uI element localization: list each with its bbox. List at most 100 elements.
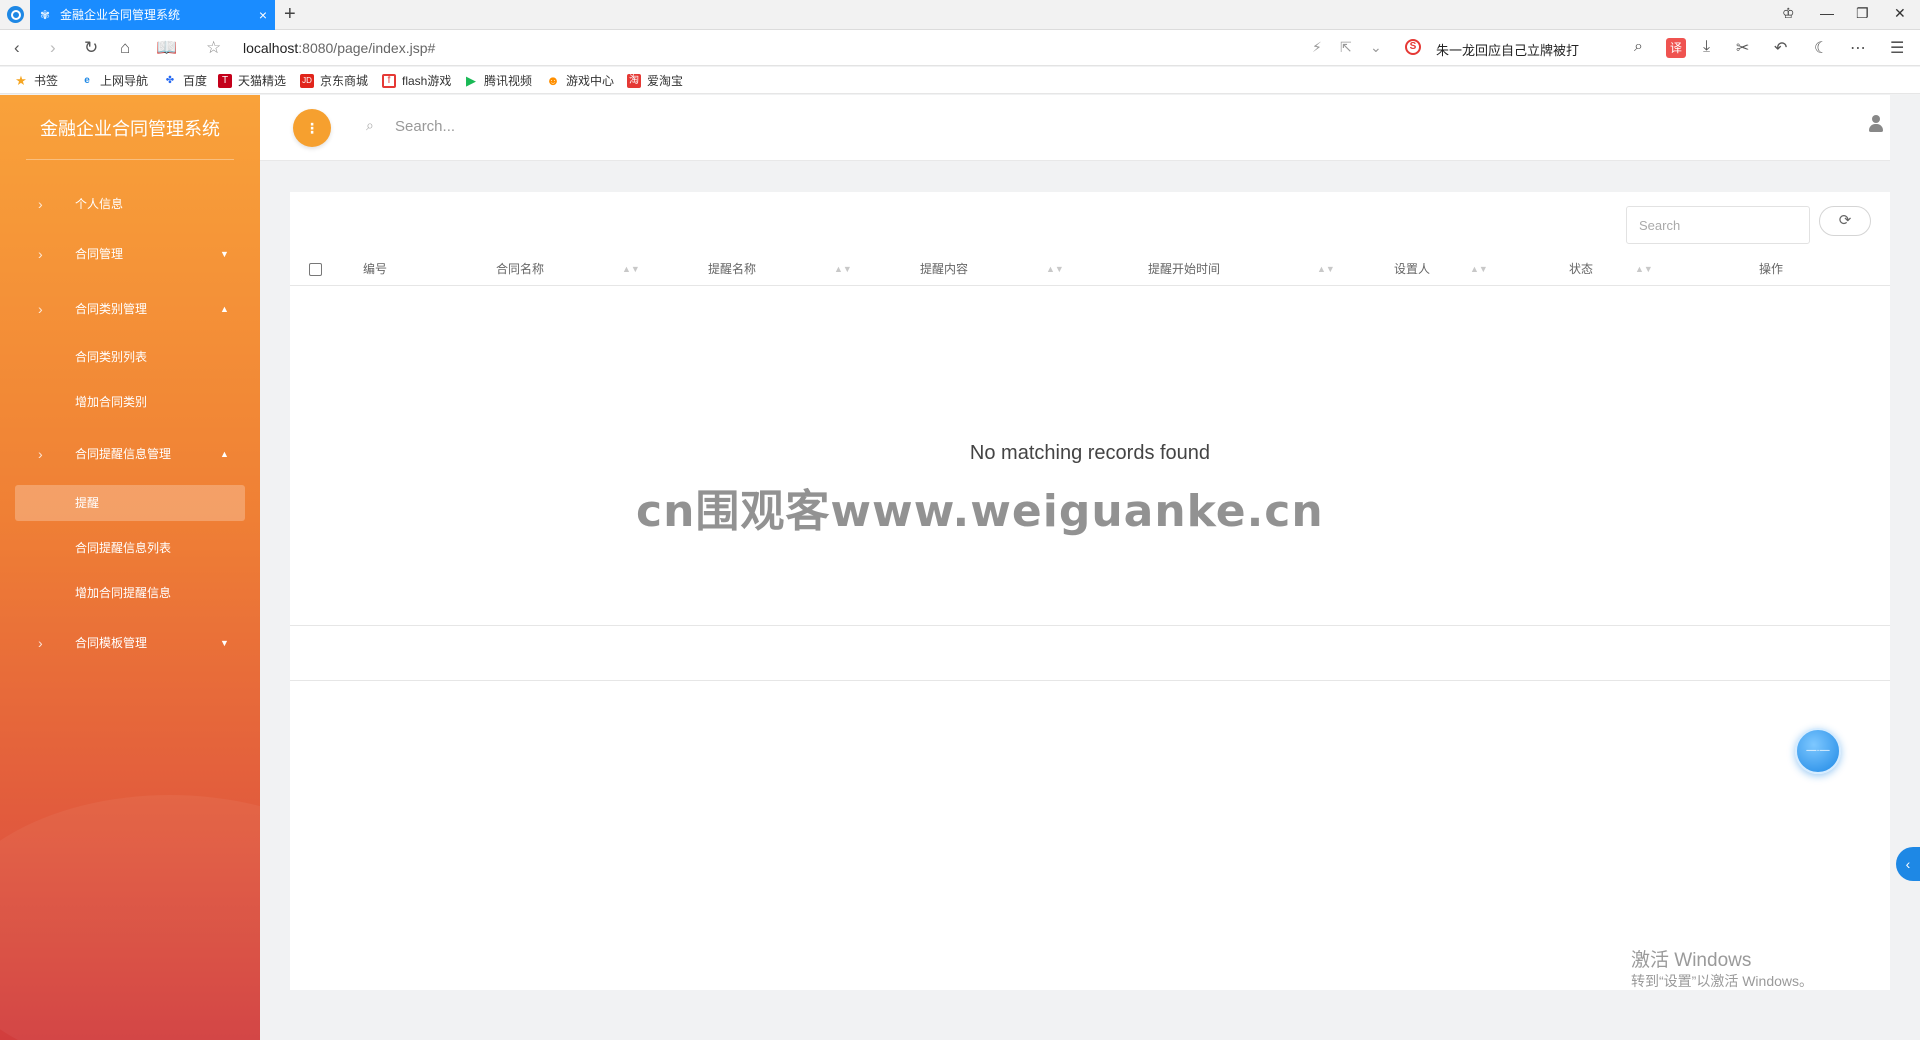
sidebar-item-add-reminder[interactable]: 增加合同提醒信息 bbox=[0, 575, 260, 611]
new-tab-button[interactable]: + bbox=[284, 3, 296, 25]
top-search-input[interactable] bbox=[395, 113, 695, 139]
assistant-icon: —·— bbox=[1806, 745, 1830, 756]
bookmark-label: 天猫精选 bbox=[238, 74, 287, 88]
sidebar-item-label: 提醒 bbox=[75, 496, 100, 510]
bookmark-label: 书签 bbox=[34, 74, 59, 88]
bookmark-item[interactable]: ▶ 腾讯视频 bbox=[464, 73, 532, 89]
sidebar-toggle-button[interactable]: ⋮ bbox=[293, 109, 331, 147]
download-icon[interactable]: ⤓ bbox=[1703, 38, 1710, 56]
user-icon[interactable] bbox=[1869, 115, 1883, 133]
sidebar-item-reminder-management[interactable]: › 合同提醒信息管理 ▲ bbox=[0, 436, 260, 472]
sort-icon[interactable]: ▲▼ bbox=[622, 252, 640, 286]
restore-window-icon[interactable]: ❐ bbox=[1856, 5, 1869, 22]
sidebar-item-reminder-list[interactable]: 合同提醒信息列表 bbox=[0, 530, 260, 566]
refresh-button[interactable]: ⟳ bbox=[1819, 206, 1871, 236]
select-all-checkbox[interactable] bbox=[309, 263, 322, 276]
column-header-setter[interactable]: 设置人 bbox=[1394, 252, 1430, 286]
chevron-down-icon[interactable]: ⌄ bbox=[1370, 39, 1382, 56]
tab-favicon-icon: ✾ bbox=[40, 8, 51, 22]
column-header-reminder-content[interactable]: 提醒内容 bbox=[920, 252, 968, 286]
chevron-left-icon: ‹ bbox=[1905, 856, 1911, 872]
url-field[interactable]: localhost:8080/page/index.jsp# bbox=[243, 40, 435, 56]
undo-icon[interactable]: ↶ bbox=[1774, 38, 1787, 58]
more-vertical-icon: ⋮ bbox=[305, 120, 319, 136]
bookmark-label: 上网导航 bbox=[100, 74, 149, 88]
sort-icon[interactable]: ▲▼ bbox=[1470, 252, 1488, 286]
bookmark-item[interactable]: T 天猫精选 bbox=[218, 73, 286, 89]
more-icon[interactable]: ⋯ bbox=[1850, 38, 1866, 58]
sidebar-item-template-management[interactable]: › 合同模板管理 ▼ bbox=[0, 625, 260, 661]
brand-title[interactable]: 金融企业合同管理系统 bbox=[0, 115, 260, 141]
search-engine-icon[interactable]: S bbox=[1405, 39, 1421, 55]
close-window-icon[interactable]: ✕ bbox=[1894, 5, 1906, 22]
bookmark-item[interactable]: JD 京东商城 bbox=[300, 73, 368, 89]
column-header-reminder-name[interactable]: 提醒名称 bbox=[708, 252, 756, 286]
browser-tab-active[interactable]: ✾ 金融企业合同管理系统 × bbox=[30, 0, 275, 30]
sort-icon[interactable]: ▲▼ bbox=[1635, 252, 1653, 286]
menu-icon[interactable]: ☰ bbox=[1890, 38, 1904, 58]
column-header-id[interactable]: 编号 bbox=[363, 252, 387, 286]
sort-icon[interactable]: ▲▼ bbox=[1046, 252, 1064, 286]
sidebar-item-contract-management[interactable]: › 合同管理 ▼ bbox=[0, 236, 260, 272]
table-header: 编号 合同名称 ▲▼ 提醒名称 ▲▼ 提醒内容 ▲▼ 提醒开始时间 ▲▼ 设置人… bbox=[290, 252, 1890, 286]
bookmark-item[interactable]: ★ 书签 bbox=[14, 73, 58, 89]
share-icon[interactable]: ⇱ bbox=[1340, 39, 1352, 56]
sidebar-item-label: 增加合同类别 bbox=[75, 395, 148, 409]
chevron-right-icon: › bbox=[38, 196, 43, 212]
address-bar: ‹ › ↻ ⌂ 📖 ☆ localhost:8080/page/index.js… bbox=[0, 30, 1920, 66]
sidebar-item-label: 合同提醒信息管理 bbox=[75, 447, 172, 461]
sidebar-item-contract-category-list[interactable]: 合同类别列表 bbox=[0, 339, 260, 375]
search-icon: ⌕ bbox=[366, 117, 374, 133]
caret-down-icon: ▼ bbox=[220, 249, 229, 259]
scissors-icon[interactable]: ✂ bbox=[1736, 38, 1749, 58]
search-icon[interactable]: ⌕ bbox=[1634, 38, 1643, 56]
jd-icon: JD bbox=[300, 74, 314, 88]
sidebar-item-contract-category-management[interactable]: › 合同类别管理 ▲ bbox=[0, 291, 260, 327]
bookmark-label: 京东商城 bbox=[320, 74, 369, 88]
side-collapse-button[interactable]: ‹ bbox=[1896, 847, 1920, 881]
home-icon[interactable]: ⌂ bbox=[120, 38, 130, 58]
night-mode-icon[interactable]: ☾ bbox=[1814, 38, 1828, 58]
bookmark-star-icon[interactable]: ☆ bbox=[206, 38, 221, 58]
column-header-contract-name[interactable]: 合同名称 bbox=[496, 252, 544, 286]
translate-icon[interactable]: 译 bbox=[1666, 38, 1686, 58]
chevron-right-icon: › bbox=[38, 246, 43, 262]
tab-close-icon[interactable]: × bbox=[259, 0, 267, 30]
reading-mode-icon[interactable]: 📖 bbox=[156, 38, 177, 58]
sidebar-item-label: 个人信息 bbox=[75, 197, 124, 211]
sidebar-item-add-contract-category[interactable]: 增加合同类别 bbox=[0, 384, 260, 420]
column-header-status[interactable]: 状态 bbox=[1569, 252, 1593, 286]
hot-news-text[interactable]: 朱一龙回应自己立牌被打 bbox=[1436, 40, 1579, 59]
bookmark-item[interactable]: ✤ 百度 bbox=[163, 73, 207, 89]
reload-icon[interactable]: ↻ bbox=[84, 38, 98, 58]
bookmark-item[interactable]: ☻ 游戏中心 bbox=[546, 73, 614, 89]
bookmark-label: 爱淘宝 bbox=[647, 74, 684, 88]
caret-down-icon: ▼ bbox=[220, 638, 229, 648]
sidebar: 金融企业合同管理系统 › 个人信息 › 合同管理 ▼ › 合同类别管理 ▲ 合同… bbox=[0, 95, 260, 1040]
sidebar-item-label: 合同提醒信息列表 bbox=[75, 541, 172, 555]
table-bottom-divider bbox=[290, 625, 1890, 626]
bookmark-item[interactable]: 淘爱淘宝 bbox=[627, 73, 683, 89]
watermark-text: cn围观客www.weiguanke.cn bbox=[636, 486, 1324, 537]
sidebar-item-personal-info[interactable]: › 个人信息 bbox=[0, 186, 260, 222]
bookmark-item[interactable]: e 上网导航 bbox=[80, 73, 148, 89]
floating-assistant-button[interactable]: —·— bbox=[1795, 728, 1841, 774]
skin-icon[interactable]: ♔ bbox=[1782, 5, 1795, 22]
bookmark-item[interactable]: f flash游戏 bbox=[382, 73, 451, 89]
app-top-bar: ⋮ ⌕ bbox=[260, 95, 1890, 161]
url-path: :8080/page/index.jsp# bbox=[298, 40, 436, 56]
column-header-reminder-start-time[interactable]: 提醒开始时间 bbox=[1148, 252, 1220, 286]
table-search-input[interactable] bbox=[1626, 206, 1810, 244]
windows-activation-subtitle: 转到“设置”以激活 Windows。 bbox=[1631, 973, 1814, 989]
chevron-right-icon: › bbox=[38, 446, 43, 462]
forward-icon[interactable]: › bbox=[50, 38, 56, 58]
sort-icon[interactable]: ▲▼ bbox=[834, 252, 852, 286]
sort-icon[interactable]: ▲▼ bbox=[1317, 252, 1335, 286]
sidebar-item-reminder[interactable]: 提醒 bbox=[15, 485, 245, 521]
lightning-icon[interactable]: ⚡ bbox=[1312, 39, 1322, 56]
minimize-window-icon[interactable]: — bbox=[1820, 5, 1834, 21]
bookmark-label: flash游戏 bbox=[402, 74, 452, 88]
caret-up-icon: ▲ bbox=[220, 449, 229, 459]
back-icon[interactable]: ‹ bbox=[14, 38, 20, 58]
brand-divider bbox=[26, 159, 234, 160]
